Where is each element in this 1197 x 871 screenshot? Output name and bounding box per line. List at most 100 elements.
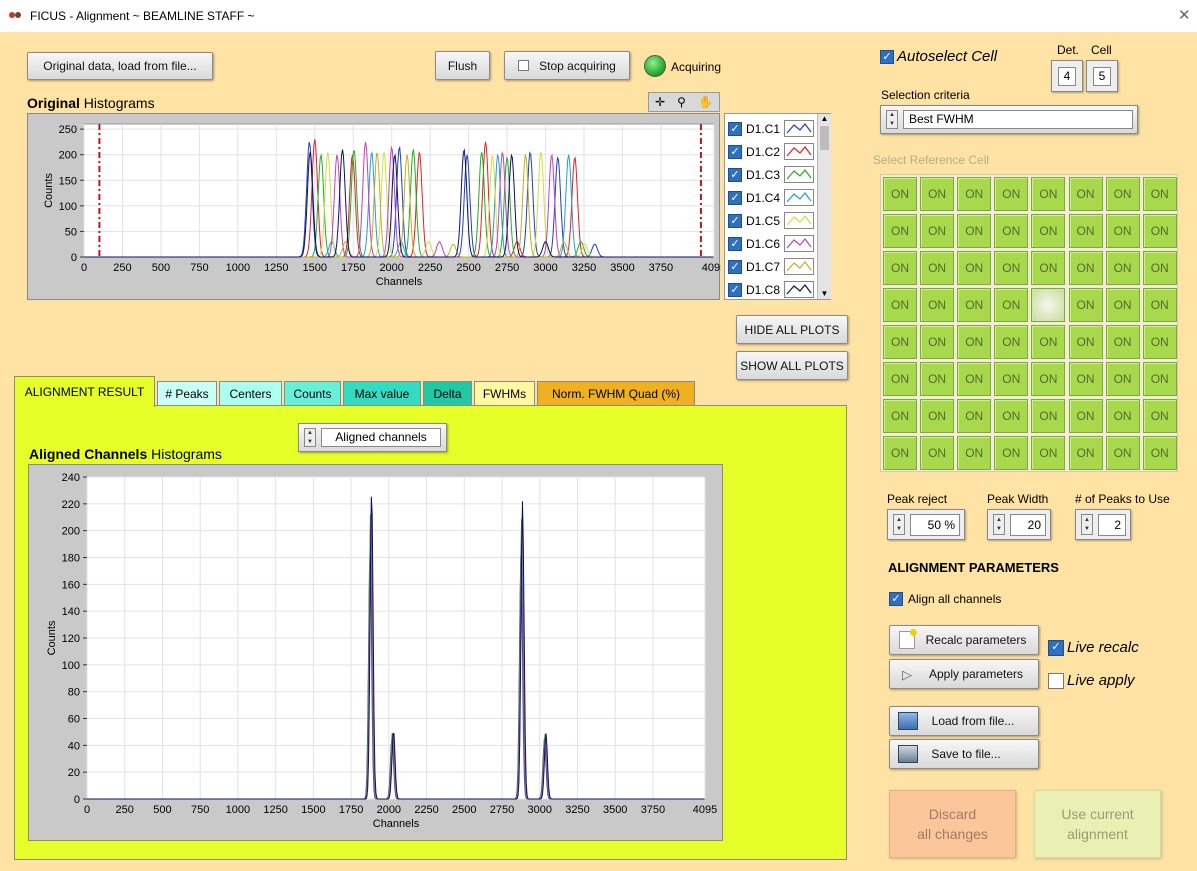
peak-width-down-icon[interactable]: ▼ [996, 526, 1002, 532]
reference-cell[interactable]: ON [957, 399, 992, 433]
reference-cell[interactable]: ON [1068, 325, 1103, 359]
reference-cell[interactable]: ON [920, 251, 955, 285]
num-peaks-control[interactable]: ▲ ▼ 2 [1075, 509, 1131, 540]
reference-cell[interactable]: ON [883, 399, 917, 433]
legend-swatch[interactable] [784, 258, 814, 275]
legend-check-icon[interactable]: ✓ [728, 236, 742, 251]
reference-cell[interactable]: ON [1068, 214, 1103, 248]
close-icon[interactable]: ✕ [1178, 6, 1191, 24]
legend-check-icon[interactable]: ✓ [728, 282, 742, 297]
reference-cell[interactable]: ON [994, 214, 1029, 248]
reference-cell[interactable]: ON [1031, 362, 1066, 396]
reference-cell[interactable]: ON [1031, 214, 1066, 248]
reference-cell[interactable]: ON [883, 325, 917, 359]
reference-cell[interactable]: ON [1105, 251, 1140, 285]
reference-cell[interactable]: ON [1068, 362, 1103, 396]
reference-cell[interactable]: ON [1142, 325, 1177, 359]
reference-cell[interactable]: ON [920, 325, 955, 359]
cursor-crosshair-icon[interactable]: ✛ [655, 95, 665, 109]
reference-cell[interactable]: ON [1068, 436, 1103, 470]
legend-item[interactable]: ✓ D1.C4 [728, 186, 814, 209]
tab-centers[interactable]: Centers [219, 381, 282, 406]
reference-cell[interactable]: ON [994, 177, 1029, 211]
reference-cell[interactable]: ON [1105, 399, 1140, 433]
aligned-channels-selector[interactable]: ▲ ▼ Aligned channels [298, 423, 447, 452]
peak-reject-up-icon[interactable]: ▲ [896, 517, 902, 523]
reference-cell[interactable]: ON [883, 214, 917, 248]
live-apply-checkbox[interactable]: Live apply [1048, 672, 1135, 689]
num-peaks-up-icon[interactable]: ▲ [1084, 517, 1090, 523]
tab-fwhms[interactable]: FWHMs [474, 381, 535, 406]
reference-cell[interactable]: ON [994, 251, 1029, 285]
legend-swatch[interactable] [784, 235, 814, 252]
apply-parameters-button[interactable]: ▷ Apply parameters [889, 659, 1039, 689]
legend-item[interactable]: ✓ D1.C5 [728, 209, 814, 232]
reference-cell[interactable]: ON [1105, 362, 1140, 396]
reference-cell[interactable]: ON [1031, 399, 1066, 433]
legend-swatch[interactable] [784, 120, 814, 137]
peak-width-control[interactable]: ▲ ▼ 20 [987, 509, 1051, 540]
reference-cell[interactable]: ON [957, 362, 992, 396]
live-recalc-checkbox[interactable]: ✓ Live recalc [1048, 639, 1139, 656]
legend-item[interactable]: ✓ D1.C8 [728, 278, 814, 301]
peak-reject-control[interactable]: ▲ ▼ 50 % [887, 509, 965, 540]
legend-swatch[interactable] [784, 189, 814, 206]
reference-cell[interactable]: ON [1105, 214, 1140, 248]
reference-cell[interactable]: ON [1068, 177, 1103, 211]
reference-cell[interactable]: ON [957, 177, 992, 211]
reference-cell[interactable]: ON [994, 399, 1029, 433]
tab-delta[interactable]: Delta [423, 381, 472, 406]
selection-criteria-select[interactable]: ▲ ▼ Best FWHM [880, 105, 1138, 134]
load-from-file-button[interactable]: Load from file... [889, 706, 1039, 736]
tab-alignment-result[interactable]: ALIGNMENT RESULT [14, 376, 155, 407]
reference-cell[interactable]: ON [957, 325, 992, 359]
reference-cell[interactable]: ON [994, 288, 1029, 322]
legend-check-icon[interactable]: ✓ [728, 144, 742, 159]
reference-cell[interactable]: ON [920, 177, 955, 211]
stepper-down-icon[interactable]: ▼ [307, 439, 313, 445]
reference-cell[interactable]: ON [1142, 288, 1177, 322]
legend-check-icon[interactable]: ✓ [728, 167, 742, 182]
tab-counts[interactable]: Counts [284, 381, 341, 406]
load-original-button[interactable]: Original data, load from file... [27, 52, 213, 80]
pan-hand-icon[interactable]: ✋ [698, 95, 713, 109]
peak-width-up-icon[interactable]: ▲ [996, 517, 1002, 523]
reference-cell-selected[interactable] [1031, 288, 1066, 322]
legend-check-icon[interactable]: ✓ [728, 213, 742, 228]
reference-cell[interactable]: ON [920, 214, 955, 248]
stepper-up-icon[interactable]: ▲ [307, 430, 313, 436]
reference-cell[interactable]: ON [920, 436, 955, 470]
legend-check-icon[interactable]: ✓ [728, 190, 742, 205]
reference-cell[interactable]: ON [1105, 177, 1140, 211]
legend-swatch[interactable] [784, 212, 814, 229]
peak-width-value[interactable]: 20 [1010, 514, 1046, 536]
legend-item[interactable]: ✓ D1.C1 [728, 117, 814, 140]
reference-cell[interactable]: ON [957, 251, 992, 285]
aligned-histogram-chart[interactable]: 0 250 500 750 1000 1250 1500 1750 2000 2250 2500 27… [29, 465, 724, 842]
criteria-up-icon[interactable]: ▲ [889, 112, 895, 118]
reference-cell[interactable]: ON [1031, 436, 1066, 470]
reference-cell[interactable]: ON [1142, 214, 1177, 248]
reference-cell[interactable]: ON [920, 399, 955, 433]
reference-cell[interactable]: ON [1105, 436, 1140, 470]
reference-cell[interactable]: ON [1068, 288, 1103, 322]
reference-cell[interactable]: ON [920, 288, 955, 322]
reference-cell[interactable]: ON [883, 288, 917, 322]
reference-cell[interactable]: ON [1105, 325, 1140, 359]
reference-cell[interactable]: ON [883, 436, 917, 470]
reference-cell[interactable]: ON [1068, 251, 1103, 285]
num-peaks-down-icon[interactable]: ▼ [1084, 526, 1090, 532]
tab-peaks[interactable]: # Peaks [157, 381, 217, 406]
peak-reject-down-icon[interactable]: ▼ [896, 526, 902, 532]
use-current-alignment-button[interactable]: Use current alignment [1034, 790, 1161, 858]
reference-cell[interactable]: ON [1031, 177, 1066, 211]
recalc-parameters-button[interactable]: Recalc parameters [889, 625, 1039, 655]
hide-all-plots-button[interactable]: HIDE ALL PLOTS [736, 315, 848, 344]
scroll-up-icon[interactable]: ▲ [818, 114, 831, 123]
zoom-icon[interactable]: ⚲ [677, 95, 686, 109]
reference-cell[interactable]: ON [994, 325, 1029, 359]
reference-cell[interactable]: ON [920, 362, 955, 396]
discard-all-changes-button[interactable]: Discard all changes [889, 790, 1016, 858]
reference-cell[interactable]: ON [883, 251, 917, 285]
legend-item[interactable]: ✓ D1.C2 [728, 140, 814, 163]
